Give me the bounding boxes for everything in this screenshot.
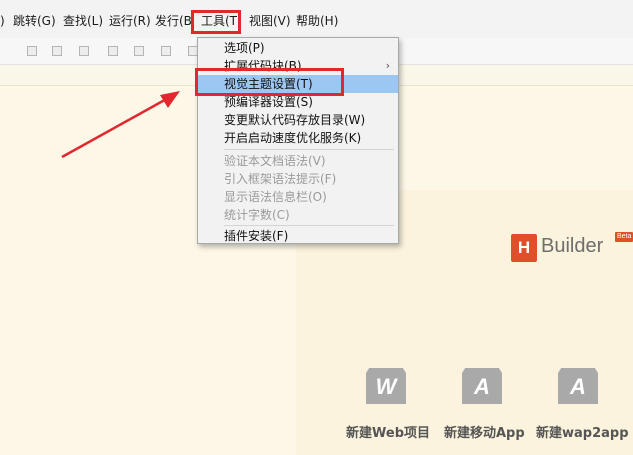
annotation-arrow-icon (61, 91, 180, 159)
